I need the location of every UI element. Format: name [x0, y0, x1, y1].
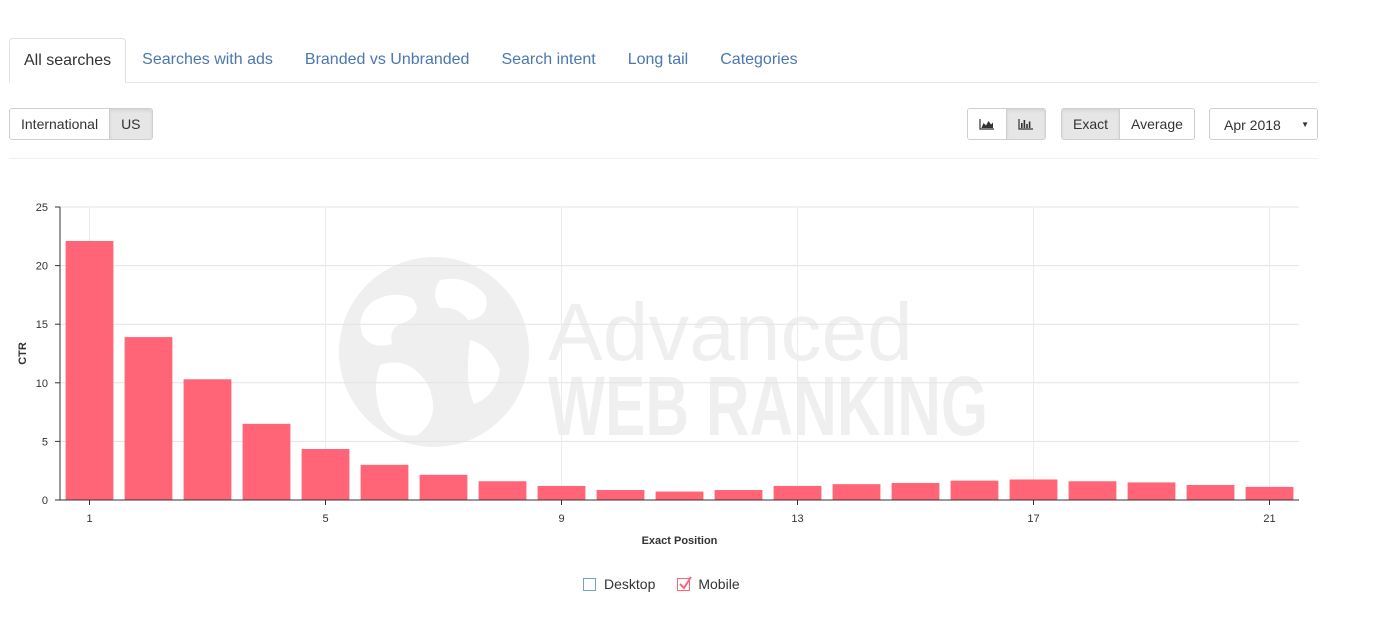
legend-label: Mobile	[698, 576, 740, 592]
legend-checkbox-desktop[interactable]	[583, 577, 596, 591]
bar-position-18[interactable]	[1068, 481, 1117, 500]
bar-position-20[interactable]	[1186, 484, 1235, 500]
y-tick-label: 0	[42, 495, 48, 507]
tab-long-tail[interactable]: Long tail	[612, 38, 705, 82]
bar-chart-icon	[1018, 119, 1033, 130]
y-tick-label: 10	[36, 378, 48, 390]
area-chart-icon	[979, 119, 994, 130]
mode-toggle: Exact Average	[1061, 108, 1195, 140]
bar-position-15[interactable]	[891, 483, 940, 500]
average-button[interactable]: Average	[1119, 109, 1194, 139]
y-tick-label: 20	[36, 261, 48, 273]
toolbar-divider	[9, 158, 1318, 159]
exact-button[interactable]: Exact	[1062, 109, 1120, 139]
y-axis-title: CTR	[17, 342, 29, 365]
watermark-line2: WEB RANKING	[548, 359, 988, 453]
x-tick-label: 5	[322, 513, 328, 525]
date-select[interactable]: Apr 2018 ▼	[1209, 108, 1318, 140]
us-button[interactable]: US	[109, 109, 152, 139]
x-tick-label: 9	[558, 513, 564, 525]
y-tick-label: 25	[36, 202, 48, 214]
caret-down-icon: ▼	[1301, 120, 1309, 129]
tab-search-intent[interactable]: Search intent	[485, 38, 611, 82]
bar-position-14[interactable]	[832, 484, 881, 500]
y-tick-label: 15	[36, 319, 48, 331]
tab-searches-with-ads[interactable]: Searches with ads	[126, 38, 289, 82]
x-tick-label: 13	[791, 513, 803, 525]
x-axis-title: Exact Position	[642, 535, 718, 547]
bar-position-7[interactable]	[419, 474, 468, 500]
bar-position-5[interactable]	[301, 449, 350, 500]
legend-checkbox-mobile[interactable]	[677, 575, 693, 591]
chart-legend: Desktop Mobile	[583, 575, 740, 592]
tab-all-searches[interactable]: All searches	[9, 38, 127, 83]
legend-item-desktop[interactable]: Desktop	[583, 576, 655, 592]
watermark: Advanced WEB RANKING	[339, 257, 988, 453]
x-tick-label: 1	[86, 513, 92, 525]
bar-chart-button[interactable]	[1006, 109, 1045, 139]
international-button[interactable]: International	[10, 109, 110, 139]
x-tick-label: 21	[1263, 513, 1275, 525]
checkmark-icon	[679, 575, 693, 590]
y-tick-label: 5	[42, 436, 48, 448]
tab-branded-vs-unbranded[interactable]: Branded vs Unbranded	[289, 38, 486, 82]
date-select-value: Apr 2018	[1224, 117, 1281, 133]
bar-position-17[interactable]	[1009, 479, 1058, 500]
bar-position-16[interactable]	[950, 480, 999, 500]
bar-position-4[interactable]	[242, 423, 291, 500]
x-tick-label: 17	[1027, 513, 1039, 525]
ctr-bar-chart: Advanced WEB RANKING 05101520251 5 9 13 17 21…	[17, 202, 1299, 547]
tab-categories[interactable]: Categories	[704, 38, 813, 82]
bar-position-1[interactable]	[65, 240, 114, 500]
area-chart-button[interactable]	[968, 109, 1006, 139]
bar-position-19[interactable]	[1127, 482, 1176, 500]
bar-position-3[interactable]	[183, 379, 232, 500]
legend-item-mobile[interactable]: Mobile	[677, 575, 740, 592]
legend-label: Desktop	[604, 576, 656, 592]
bar-position-11[interactable]	[655, 491, 704, 500]
bar-position-12[interactable]	[714, 490, 763, 500]
bar-position-6[interactable]	[360, 464, 409, 500]
region-toggle: International US	[9, 108, 153, 140]
bar-position-10[interactable]	[596, 490, 645, 500]
chart-type-toggle	[967, 108, 1046, 140]
bar-position-9[interactable]	[537, 485, 586, 500]
tab-bar: All searches Searches with ads Branded vs …	[9, 38, 1318, 83]
bar-position-13[interactable]	[773, 485, 822, 500]
bar-position-21[interactable]	[1245, 486, 1294, 500]
globe-icon	[339, 257, 529, 447]
bar-position-8[interactable]	[478, 481, 527, 500]
bar-position-2[interactable]	[124, 337, 173, 500]
